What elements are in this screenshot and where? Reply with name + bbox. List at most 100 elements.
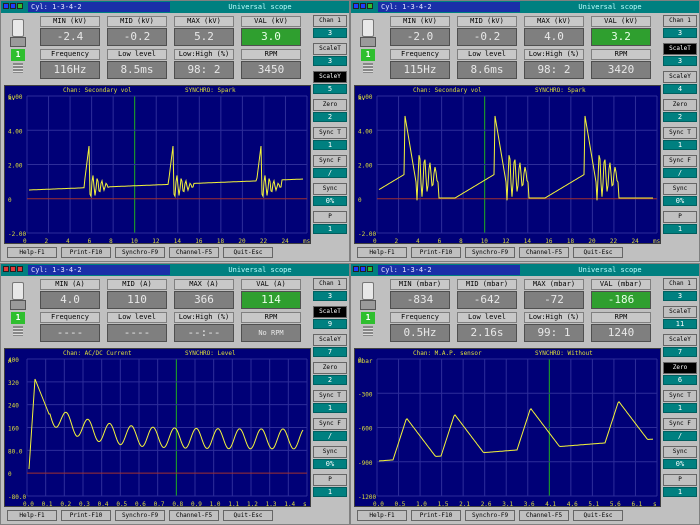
status-lamp[interactable]	[360, 266, 366, 272]
x-tick-label: 2.1	[459, 501, 470, 508]
print-button[interactable]: Print-F10	[61, 510, 111, 521]
channel-fkey-button[interactable]: Channel-F5	[169, 510, 219, 521]
waveform-plot[interactable]: kV 6.00 4.00 2.00 0 -2.00 0 2 4 6 8 10 12 14 16 18 20 22 2…	[354, 85, 661, 245]
channel-button[interactable]: Chan 1	[663, 278, 697, 290]
sync-level-value: 0%	[663, 196, 697, 206]
synchro-button[interactable]: Synchro-F9	[465, 510, 515, 521]
sync-level-button[interactable]: Sync	[663, 183, 697, 195]
synchro-button[interactable]: Synchro-F9	[465, 247, 515, 258]
scale-t-button[interactable]: ScaleT	[313, 306, 347, 318]
channel-fkey-button[interactable]: Channel-F5	[519, 510, 569, 521]
zero-button[interactable]: Zero	[313, 362, 347, 374]
scale-y-button[interactable]: ScaleY	[313, 334, 347, 346]
status-lamp[interactable]	[10, 266, 16, 272]
reading-val: VAL (mbar) -186	[591, 279, 651, 309]
sync-t-button[interactable]: Sync T	[313, 127, 347, 139]
reading-label: VAL (kV)	[591, 16, 651, 27]
p-button[interactable]: P	[313, 474, 347, 486]
status-lamp[interactable]	[3, 266, 9, 272]
y-tick-label: -80.0	[8, 494, 26, 501]
p-value: 1	[663, 224, 697, 234]
p-button[interactable]: P	[663, 474, 697, 486]
help-button[interactable]: Help-F1	[357, 247, 407, 258]
cylinder-number: 1	[11, 312, 25, 324]
status-lamp[interactable]	[360, 3, 366, 9]
scale-t-button[interactable]: ScaleT	[663, 306, 697, 318]
waveform-plot[interactable]: mbar 0 -300 -600 -900 -1200 0.0 0.5 1.0 1.5 2.1 2.6…	[354, 348, 661, 508]
x-tick-label: 0.0	[23, 501, 34, 508]
y-tick-label: 160	[8, 426, 19, 433]
scale-y-button[interactable]: ScaleY	[663, 71, 697, 83]
reading-label: VAL (mbar)	[591, 279, 651, 290]
status-lamp[interactable]	[353, 266, 359, 272]
scale-y-button[interactable]: ScaleY	[313, 71, 347, 83]
channel-button[interactable]: Chan 1	[663, 15, 697, 27]
status-lamp[interactable]	[367, 266, 373, 272]
scale-t-button[interactable]: ScaleT	[663, 43, 697, 55]
help-button[interactable]: Help-F1	[7, 510, 57, 521]
p-button[interactable]: P	[313, 211, 347, 223]
print-button[interactable]: Print-F10	[411, 247, 461, 258]
sync-f-button[interactable]: Sync F	[663, 418, 697, 430]
x-tick-label: 1.4	[284, 501, 295, 508]
status-lamp[interactable]	[17, 3, 23, 9]
waveform-svg: A40032024016080.00-80.00.0 0.1 0.2 0.3 0.4 0.…	[8, 357, 308, 508]
status-lamp[interactable]	[10, 3, 16, 9]
x-tick-label: 14	[174, 238, 182, 245]
channel-button[interactable]: Chan 1	[313, 15, 347, 27]
x-tick-label: 6.1	[631, 501, 642, 508]
waveform-plot[interactable]: A 400 320 240 160 80.0 0 -80.0 0.0 0.1 0.2 0.3 0.4 0.…	[4, 348, 311, 508]
quit-button[interactable]: Quit-Esc	[573, 510, 623, 521]
help-button[interactable]: Help-F1	[357, 510, 407, 521]
zero-button[interactable]: Zero	[313, 99, 347, 111]
reading-max: MAX (kV) 5.2	[174, 16, 234, 46]
scale-y-button[interactable]: ScaleY	[663, 334, 697, 346]
sync-level-button[interactable]: Sync	[313, 446, 347, 458]
sync-level-button[interactable]: Sync	[663, 446, 697, 458]
sync-t-button[interactable]: Sync T	[313, 390, 347, 402]
channel-value: 3	[663, 291, 697, 301]
scale-t-button[interactable]: ScaleT	[313, 43, 347, 55]
channel-fkey-button[interactable]: Channel-F5	[519, 247, 569, 258]
reading-frequency: Frequency 115Hz	[390, 49, 450, 79]
print-button[interactable]: Print-F10	[411, 510, 461, 521]
window-title: Universal scope	[228, 3, 292, 11]
quit-button[interactable]: Quit-Esc	[223, 247, 273, 258]
zero-button[interactable]: Zero	[663, 99, 697, 111]
x-tick-label: 2	[395, 238, 399, 245]
y-tick-label: 400	[8, 357, 19, 364]
quit-button[interactable]: Quit-Esc	[573, 247, 623, 258]
quit-button[interactable]: Quit-Esc	[223, 510, 273, 521]
channel-fkey-button[interactable]: Channel-F5	[169, 247, 219, 258]
status-lamp[interactable]	[3, 3, 9, 9]
waveform-plot[interactable]: kV 6.00 4.00 2.00 0 -2.00 0 2 4 6 8 10 12 14 16 18 20 22 2…	[4, 85, 311, 245]
sync-f-value: /	[663, 168, 697, 178]
reading-label: Frequency	[40, 49, 100, 60]
function-keys: Help-F1 Print-F10 Synchro-F9 Channel-F5 …	[7, 247, 307, 259]
help-button[interactable]: Help-F1	[7, 247, 57, 258]
synchro-button[interactable]: Synchro-F9	[115, 510, 165, 521]
sync-f-button[interactable]: Sync F	[313, 155, 347, 167]
sync-f-button[interactable]: Sync F	[663, 155, 697, 167]
print-button[interactable]: Print-F10	[61, 247, 111, 258]
reading-value: 1240	[591, 324, 651, 342]
channel-button[interactable]: Chan 1	[313, 278, 347, 290]
y-tick-label: 4.00	[358, 128, 373, 135]
scale-y-value: 7	[663, 347, 697, 357]
sync-f-button[interactable]: Sync F	[313, 418, 347, 430]
reading-frequency: Frequency 116Hz	[40, 49, 100, 79]
sync-t-button[interactable]: Sync T	[663, 390, 697, 402]
sync-level-button[interactable]: Sync	[313, 183, 347, 195]
status-lamp[interactable]	[353, 3, 359, 9]
cylinder-number: 1	[361, 49, 375, 61]
status-lamp[interactable]	[367, 3, 373, 9]
y-tick-label: -600	[358, 426, 373, 433]
sync-t-button[interactable]: Sync T	[663, 127, 697, 139]
reading-value: 3450	[241, 61, 301, 79]
x-tick-label: 0.5	[116, 501, 127, 508]
zero-button[interactable]: Zero	[663, 362, 697, 374]
x-tick-label: 18	[567, 238, 575, 245]
status-lamp[interactable]	[17, 266, 23, 272]
p-button[interactable]: P	[663, 211, 697, 223]
synchro-button[interactable]: Synchro-F9	[115, 247, 165, 258]
